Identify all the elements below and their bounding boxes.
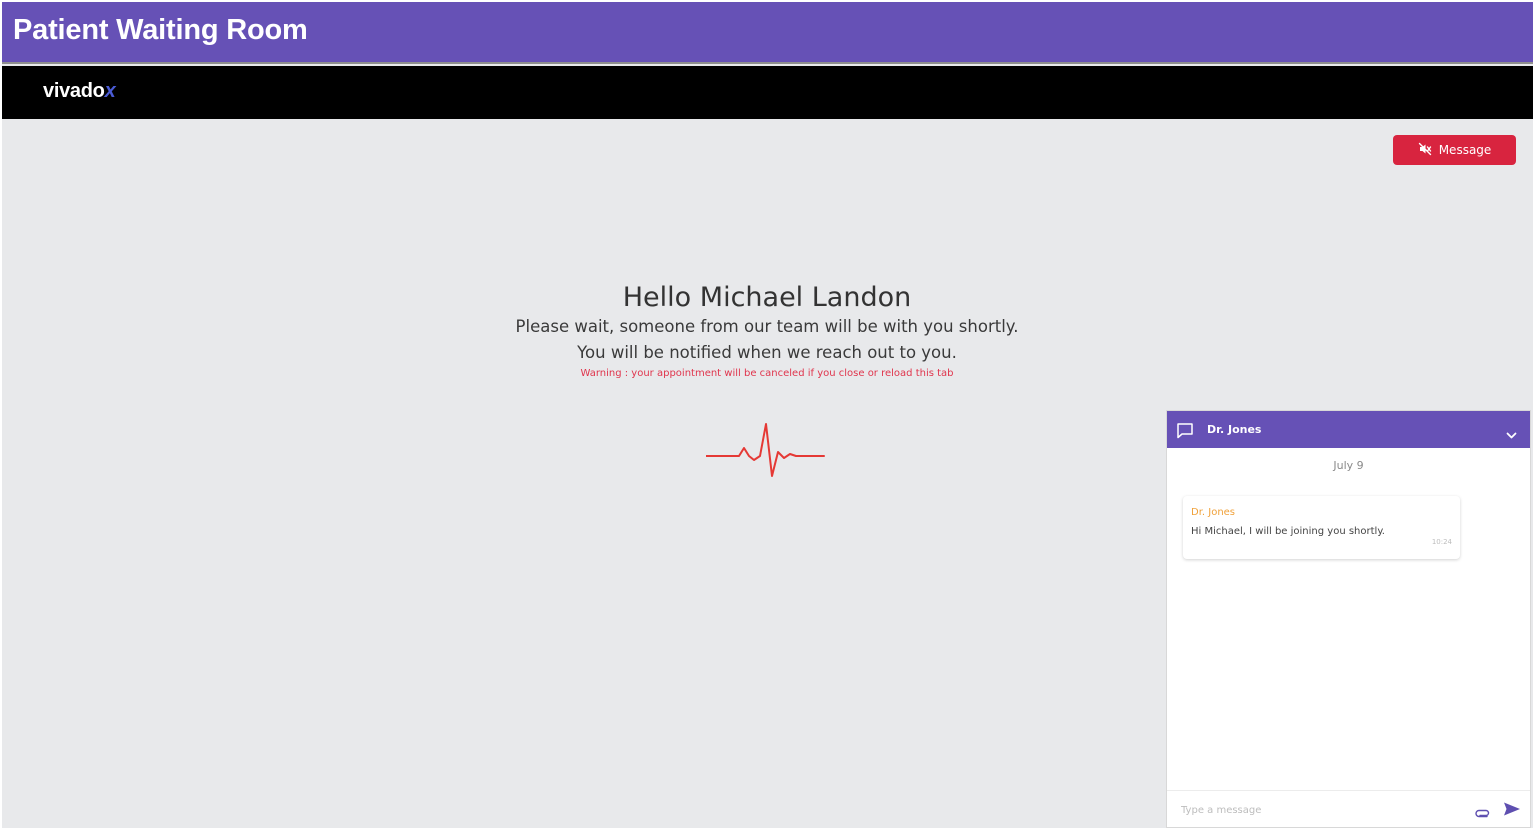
send-icon[interactable] [1503, 801, 1521, 821]
greeting-heading: Hello Michael Landon [622, 282, 912, 313]
heartbeat-icon [705, 420, 826, 484]
logo-accent: x [104, 80, 116, 102]
nav-bar: vivadox [2, 66, 1533, 119]
logo-text: vivado [43, 80, 105, 102]
app-frame: Patient Waiting Room vivadox Message Hel… [2, 2, 1533, 828]
chat-header[interactable]: Dr. Jones [1167, 411, 1530, 448]
speaker-muted-icon [1418, 142, 1432, 159]
message-author: Dr. Jones [1191, 507, 1236, 518]
message-input[interactable] [1179, 800, 1463, 820]
wait-message: Please wait, someone from our team will … [515, 317, 1019, 336]
message-button-label: Message [1438, 143, 1492, 157]
message-time: 10:24 [1431, 538, 1452, 546]
notify-message: You will be notified when we reach out t… [577, 343, 957, 362]
chat-panel: Dr. Jones July 9 Dr. Jones Hi Michael, I… [1166, 410, 1531, 828]
paperclip-icon[interactable] [1475, 803, 1491, 822]
message-text: Hi Michael, I will be joining you shortl… [1191, 526, 1385, 537]
message-button[interactable]: Message [1393, 135, 1516, 165]
chat-bubble-icon [1176, 422, 1194, 443]
vivadox-logo[interactable]: vivadox [43, 80, 116, 103]
title-bar: Patient Waiting Room [2, 2, 1533, 64]
message-bubble: Dr. Jones Hi Michael, I will be joining … [1183, 496, 1460, 559]
warning-text: Warning : your appointment will be cance… [580, 368, 954, 379]
chevron-down-icon[interactable] [1506, 425, 1517, 444]
chat-title: Dr. Jones [1207, 423, 1262, 436]
chat-input-row [1167, 790, 1530, 827]
page-title: Patient Waiting Room [13, 14, 308, 46]
chat-date-divider: July 9 [1333, 459, 1364, 472]
welcome-panel: Hello Michael Landon Please wait, someon… [402, 282, 1132, 379]
